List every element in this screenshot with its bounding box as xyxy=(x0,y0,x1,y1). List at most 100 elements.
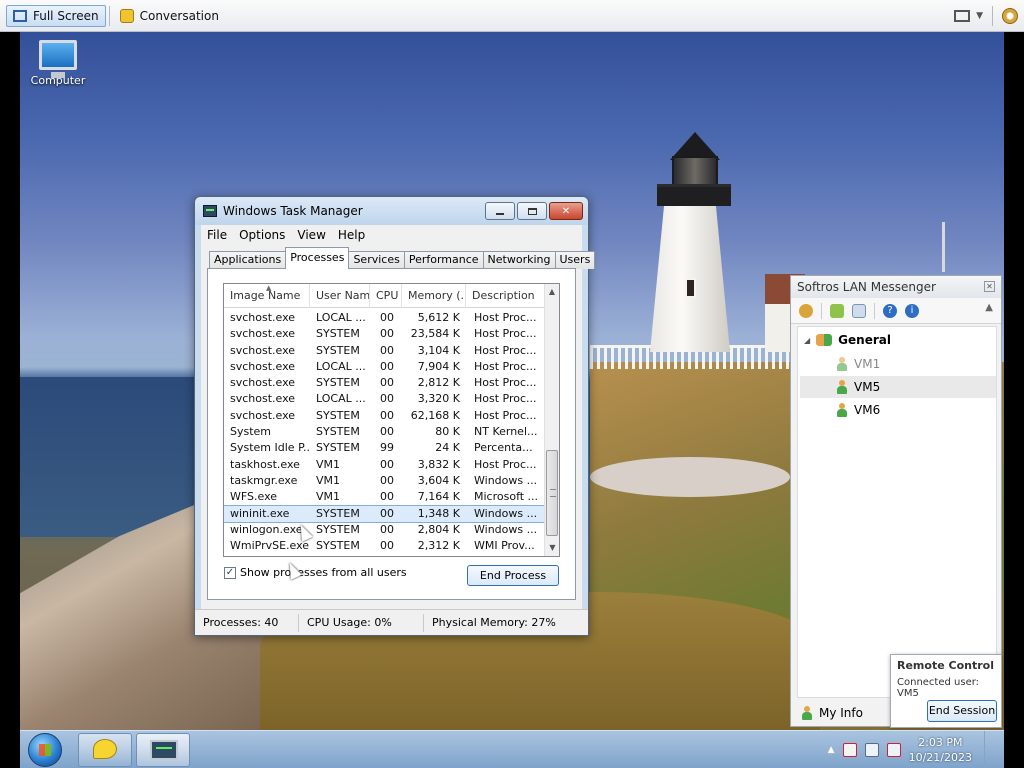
process-row[interactable]: WmiPrvSE.exe SYSTEM 00 2,312 K WMI Prov... xyxy=(224,538,546,554)
action-center-icon[interactable] xyxy=(842,743,857,757)
column-user-name[interactable]: User Name xyxy=(310,284,370,308)
process-description: NT Kernel... xyxy=(474,425,538,439)
process-image-name: WmiPrvSE.exe xyxy=(230,539,310,553)
contact-vm1[interactable]: VM1 xyxy=(836,353,994,375)
process-user-name: SYSTEM xyxy=(316,425,360,439)
scroll-down-icon[interactable]: ▼ xyxy=(545,540,559,556)
process-row[interactable]: WFS.exe VM1 00 7,164 K Microsoft ... xyxy=(224,489,546,505)
chevron-down-icon[interactable]: ▼ xyxy=(976,11,983,21)
process-cpu: 00 xyxy=(380,408,394,422)
start-button[interactable] xyxy=(28,733,62,767)
minimize-button[interactable] xyxy=(485,202,515,220)
process-row[interactable]: svchost.exe LOCAL ... 00 5,612 K Host Proc..… xyxy=(224,310,546,326)
task-manager-window[interactable]: Windows Task Manager ✕ File Options View… xyxy=(194,196,596,636)
processes-panel: ▲ Image Name User Name CPU Memory (... D… xyxy=(207,268,576,600)
tab-networking[interactable]: Networking xyxy=(482,251,556,269)
status-physical-memory: Physical Memory: 27% xyxy=(432,615,556,629)
process-row[interactable]: svchost.exe LOCAL ... 00 3,320 K Host Proc..… xyxy=(224,391,546,407)
menu-help[interactable]: Help xyxy=(332,228,371,242)
process-row[interactable]: wininit.exe SYSTEM 00 1,348 K Windows ... xyxy=(224,504,547,523)
full-screen-button[interactable]: Full Screen xyxy=(6,4,106,27)
process-description: Windows ... xyxy=(474,506,538,520)
computer-desktop-icon[interactable]: Computer xyxy=(28,40,88,87)
close-icon[interactable]: ✕ xyxy=(984,281,995,292)
windows-logo-icon xyxy=(39,744,51,756)
scroll-up-icon[interactable]: ▲ xyxy=(545,284,559,300)
process-user-name: SYSTEM xyxy=(316,522,360,536)
process-list-scrollbar[interactable]: ▲ ▼ xyxy=(544,284,559,556)
network-icon[interactable] xyxy=(864,743,879,757)
process-cpu: 00 xyxy=(380,311,394,324)
process-user-name: SYSTEM xyxy=(316,539,360,553)
process-list[interactable]: ▲ Image Name User Name CPU Memory (... D… xyxy=(223,283,560,557)
process-row[interactable]: taskmgr.exe VM1 00 3,604 K Windows ... xyxy=(224,473,546,489)
process-image-name: svchost.exe xyxy=(230,343,296,357)
tab-performance[interactable]: Performance xyxy=(403,251,484,269)
scrollbar-thumb[interactable] xyxy=(546,450,558,536)
process-image-name: svchost.exe xyxy=(230,392,296,406)
process-image-name: svchost.exe xyxy=(230,359,296,373)
process-user-name: LOCAL ... xyxy=(316,359,366,373)
tab-applications[interactable]: Applications xyxy=(209,251,287,269)
lan-messenger-titlebar[interactable]: Softros LAN Messenger ✕ xyxy=(791,276,1001,298)
monitor-select-icon[interactable] xyxy=(954,10,971,22)
process-row[interactable]: svchost.exe SYSTEM 00 62,168 K Host Proc... xyxy=(224,408,546,424)
contact-tree[interactable]: ◢ General VM1 VM5 VM6 xyxy=(797,326,997,698)
process-row[interactable]: System SYSTEM 00 80 K NT Kernel... xyxy=(224,424,546,440)
column-description[interactable]: Description xyxy=(466,284,546,308)
volume-muted-icon[interactable] xyxy=(886,743,901,757)
maximize-button[interactable] xyxy=(517,202,547,220)
process-user-name: SYSTEM xyxy=(316,343,360,357)
column-cpu[interactable]: CPU xyxy=(370,284,402,308)
info-icon[interactable]: i xyxy=(905,303,919,318)
tab-services[interactable]: Services xyxy=(348,251,405,269)
taskbar-lan-messenger[interactable] xyxy=(78,733,132,767)
tab-processes[interactable]: Processes xyxy=(285,247,350,269)
taskbar: ▲ 2:03 PM 10/21/2023 xyxy=(20,730,1004,768)
menu-file[interactable]: File xyxy=(201,228,233,242)
settings-icon[interactable] xyxy=(799,303,813,318)
end-session-button[interactable]: End Session xyxy=(927,700,997,722)
end-process-button[interactable]: End Process xyxy=(467,565,559,586)
computer-icon xyxy=(39,40,77,78)
process-user-name: LOCAL ... xyxy=(316,392,366,406)
contact-vm5[interactable]: VM5 xyxy=(800,376,996,398)
process-row[interactable]: svchost.exe LOCAL ... 00 7,904 K Host Proc..… xyxy=(224,359,546,375)
process-row[interactable]: svchost.exe SYSTEM 00 2,812 K Host Proc... xyxy=(224,375,546,391)
group-general[interactable]: ◢ General xyxy=(804,333,891,347)
settings-gear-icon[interactable] xyxy=(1002,8,1018,24)
process-cpu: 00 xyxy=(380,457,394,471)
help-icon[interactable]: ? xyxy=(883,303,897,318)
open-folder-icon[interactable] xyxy=(830,303,844,318)
close-button[interactable]: ✕ xyxy=(549,202,583,220)
collapse-chevron-icon[interactable]: ▲ xyxy=(985,302,993,313)
clock[interactable]: 2:03 PM 10/21/2023 xyxy=(909,735,972,765)
conversation-icon xyxy=(119,8,134,23)
process-description: Host Proc... xyxy=(474,376,537,390)
menu-options[interactable]: Options xyxy=(233,228,291,242)
contact-label: VM6 xyxy=(854,403,881,417)
conversation-button[interactable]: Conversation xyxy=(113,5,226,27)
column-memory[interactable]: Memory (... xyxy=(402,284,466,308)
process-row[interactable]: System Idle P... SYSTEM 99 24 K Percenta... xyxy=(224,440,546,456)
show-desktop-button[interactable] xyxy=(984,731,996,768)
process-cpu: 00 xyxy=(380,359,394,373)
column-image-name[interactable]: ▲ Image Name xyxy=(224,284,310,308)
tab-users[interactable]: Users xyxy=(554,251,596,269)
show-all-users-checkbox[interactable]: ✓ xyxy=(224,566,236,579)
toolbar-separator xyxy=(992,6,993,26)
show-all-users-option[interactable]: ✓ Show processes from all users xyxy=(224,566,407,579)
expand-triangle-icon[interactable]: ◢ xyxy=(804,336,810,345)
message-history-icon[interactable] xyxy=(852,303,866,318)
menu-view[interactable]: View xyxy=(291,228,331,242)
contact-vm6[interactable]: VM6 xyxy=(836,399,994,421)
show-hidden-icons-icon[interactable]: ▲ xyxy=(828,745,835,755)
taskbar-task-manager[interactable] xyxy=(136,733,190,767)
process-row[interactable]: svchost.exe SYSTEM 00 23,584 K Host Proc... xyxy=(224,326,546,342)
process-row[interactable]: svchost.exe SYSTEM 00 3,104 K Host Proc... xyxy=(224,343,546,359)
process-row[interactable]: taskhost.exe VM1 00 3,832 K Host Proc... xyxy=(224,457,546,473)
sort-ascending-icon: ▲ xyxy=(266,284,272,292)
lighthouse-lantern xyxy=(672,156,718,186)
process-memory: 2,804 K xyxy=(417,522,460,536)
process-row[interactable]: winlogon.exe SYSTEM 00 2,804 K Windows ... xyxy=(224,522,546,538)
